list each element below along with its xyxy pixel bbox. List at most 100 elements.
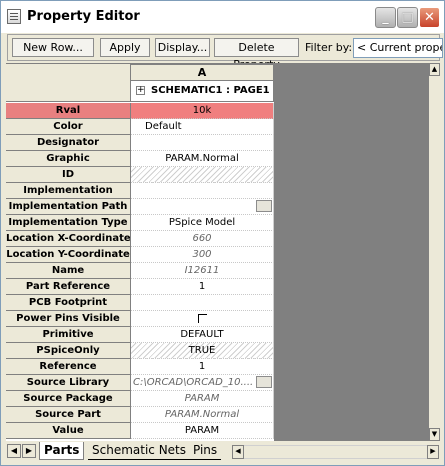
table-row[interactable]: Power Pins Visible [6,311,274,327]
tab-prev-button[interactable]: ◀ [7,444,21,458]
property-name[interactable]: Power Pins Visible [6,311,131,327]
property-value: C:\ORCAD\ORCAD_10.... [133,377,254,388]
property-value-cell[interactable]: C:\ORCAD\ORCAD_10.... [131,375,274,391]
property-value[interactable]: PARAM [131,423,274,439]
table-row[interactable]: Graphic PARAM.Normal [6,151,274,167]
display-button[interactable]: Display... [155,38,210,57]
table-row[interactable]: Source Package PARAM [6,391,274,407]
property-value[interactable]: I12611 [131,263,274,279]
power-pins-visible-checkbox[interactable] [197,314,207,323]
minimize-button[interactable]: _ [375,7,396,28]
empty-grid-area [274,64,429,442]
table-row[interactable]: Implementation [6,183,274,199]
property-name[interactable]: Implementation Path [6,199,131,215]
table-row[interactable]: ID [6,167,274,183]
tab-pins[interactable]: Pins [189,442,222,460]
property-name[interactable]: Designator [6,135,131,151]
property-value[interactable]: 660 [131,231,274,247]
property-name[interactable]: PSpiceOnly [6,343,131,359]
property-name[interactable]: Implementation Type [6,215,131,231]
property-grid[interactable]: A + SCHEMATIC1 : PAGE1 Rval 10k Color De… [6,63,429,442]
browse-button[interactable] [256,200,272,212]
filter-select[interactable]: < Current properties > [353,38,443,58]
property-name[interactable]: Value [6,423,131,439]
property-name[interactable]: Location Y-Coordinate [6,247,131,263]
maximize-icon: □ [401,10,414,25]
tab-parts[interactable]: Parts [39,442,85,460]
title-bar[interactable]: Property Editor _ □ ✕ [1,1,444,33]
property-value[interactable]: PARAM.Normal [131,407,274,423]
table-row[interactable]: Source Part PARAM.Normal [6,407,274,423]
object-name-cell: + SCHEMATIC1 : PAGE1 [131,81,274,102]
table-row[interactable]: Primitive DEFAULT [6,327,274,343]
table-row[interactable]: Designator [6,135,274,151]
property-name[interactable]: Source Library [6,375,131,391]
table-row[interactable]: PSpiceOnly TRUE [6,343,274,359]
property-value[interactable] [131,135,274,151]
table-row[interactable]: Value PARAM [6,423,274,439]
table-row[interactable]: Color Default [6,119,274,135]
window-icon [7,9,21,24]
property-name[interactable]: Color [6,119,131,135]
property-name[interactable]: Source Package [6,391,131,407]
property-value-cell[interactable] [131,199,274,215]
scroll-right-button[interactable]: ▶ [427,445,439,459]
new-row-button[interactable]: New Row... [12,38,94,57]
vertical-scrollbar[interactable]: ▲ ▼ [429,63,440,441]
grid-corner[interactable] [6,64,131,102]
property-name[interactable]: Primitive [6,327,131,343]
property-name[interactable]: Part Reference [6,279,131,295]
property-value[interactable]: 300 [131,247,274,263]
table-row[interactable]: Part Reference 1 [6,279,274,295]
window-title: Property Editor [27,9,140,24]
property-value[interactable]: DEFAULT [131,327,274,343]
filter-label: Filter by: [305,41,353,54]
column-header-a[interactable]: A [131,64,274,81]
delete-property-button[interactable]: Delete Property [214,38,299,71]
toolbar: New Row... Apply Display... Delete Prope… [7,34,443,71]
property-name[interactable]: Implementation [6,183,131,199]
property-name[interactable]: Name [6,263,131,279]
property-value[interactable]: PSpice Model [131,215,274,231]
scroll-down-button[interactable]: ▼ [429,428,440,441]
property-editor-window: Property Editor _ □ ✕ New Row... Apply D… [0,0,445,466]
table-row[interactable]: Reference 1 [6,359,274,375]
property-name[interactable]: ID [6,167,131,183]
tab-next-button[interactable]: ▶ [22,444,36,458]
table-row[interactable]: Implementation Path [6,199,274,215]
property-value [131,167,274,183]
property-value[interactable]: PARAM.Normal [131,151,274,167]
property-name[interactable]: Graphic [6,151,131,167]
property-value[interactable]: 1 [131,279,274,295]
horizontal-scrollbar[interactable]: ◀ ▶ [232,445,439,459]
property-value[interactable]: 1 [131,359,274,375]
property-value[interactable] [131,295,274,311]
scroll-up-button[interactable]: ▲ [429,63,440,76]
property-name[interactable]: Source Part [6,407,131,423]
table-row[interactable]: Implementation Type PSpice Model [6,215,274,231]
table-row[interactable]: PCB Footprint [6,295,274,311]
property-name[interactable]: Location X-Coordinate [6,231,131,247]
tab-schematic-nets[interactable]: Schematic Nets [88,442,191,460]
table-row[interactable]: Location X-Coordinate 660 [6,231,274,247]
property-value[interactable]: Default [131,119,274,135]
table-row[interactable]: Location Y-Coordinate 300 [6,247,274,263]
property-value[interactable]: PARAM [131,391,274,407]
table-row[interactable]: Rval 10k [6,103,274,119]
property-name[interactable]: Rval [6,103,131,119]
maximize-button[interactable]: □ [397,7,418,28]
table-row[interactable]: Name I12611 [6,263,274,279]
property-value[interactable] [131,183,274,199]
object-name: SCHEMATIC1 : PAGE1 [151,85,270,96]
scroll-left-button[interactable]: ◀ [232,445,244,459]
close-button[interactable]: ✕ [419,7,440,28]
property-value-cell[interactable] [131,311,274,327]
property-value[interactable]: 10k [131,103,274,119]
property-name[interactable]: PCB Footprint [6,295,131,311]
expand-icon[interactable]: + [136,86,145,95]
property-name[interactable]: Reference [6,359,131,375]
table-row[interactable]: Source Library C:\ORCAD\ORCAD_10.... [6,375,274,391]
apply-button[interactable]: Apply [100,38,150,57]
bottom-bar: ◀ ▶ Parts Schematic Nets Pins ◀ ▶ [6,441,440,462]
browse-button[interactable] [256,376,272,388]
